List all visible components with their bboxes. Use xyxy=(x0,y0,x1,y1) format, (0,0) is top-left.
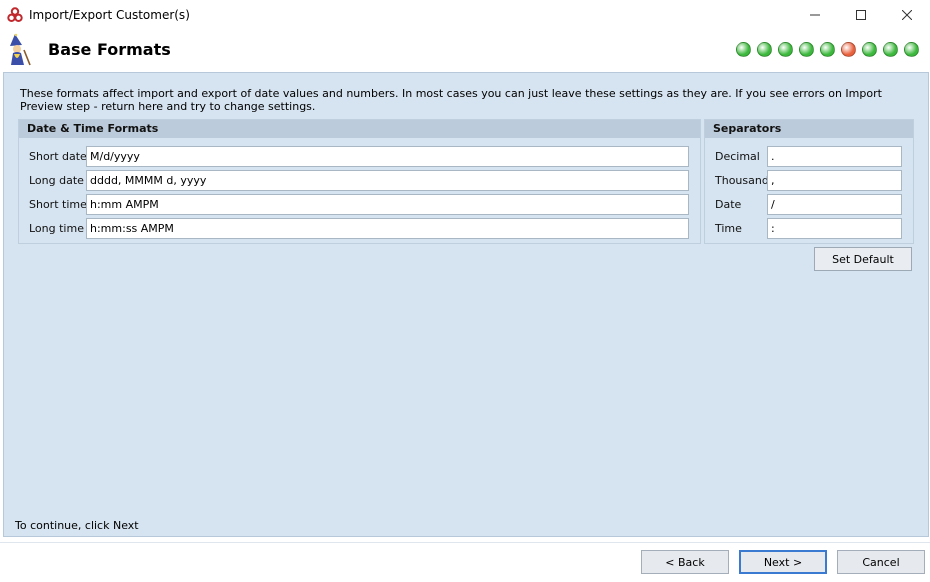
minimize-icon xyxy=(810,14,820,16)
maximize-button[interactable] xyxy=(838,0,884,30)
decimal-row: Decimal xyxy=(715,146,907,168)
step-dot-done xyxy=(757,42,772,57)
short-date-label: Short date xyxy=(29,150,87,163)
step-dot-done xyxy=(883,42,898,57)
maximize-icon xyxy=(856,10,866,20)
close-button[interactable] xyxy=(884,0,930,30)
main-panel: These formats affect import and export o… xyxy=(3,72,929,537)
date-sep-row: Date xyxy=(715,194,907,216)
time-separator-label: Time xyxy=(715,222,742,235)
window-title: Import/Export Customer(s) xyxy=(29,8,190,22)
cancel-button[interactable]: Cancel xyxy=(837,550,925,574)
minimize-button[interactable] xyxy=(792,0,838,30)
date-separator-label: Date xyxy=(715,198,742,211)
step-dot-done xyxy=(736,42,751,57)
date-time-formats-group: Date & Time Formats Short date Long date… xyxy=(18,119,701,244)
step-dot-done xyxy=(904,42,919,57)
back-button[interactable]: < Back xyxy=(641,550,729,574)
step-dot-done xyxy=(862,42,877,57)
wizard-icon xyxy=(10,33,31,66)
thousand-separator-input[interactable] xyxy=(767,170,902,191)
date-separator-input[interactable] xyxy=(767,194,902,215)
thousand-label: Thousand xyxy=(715,174,769,187)
page-title: Base Formats xyxy=(48,40,171,59)
short-time-input[interactable] xyxy=(86,194,689,215)
step-dot-done xyxy=(778,42,793,57)
long-date-row: Long date xyxy=(29,170,689,192)
decimal-label: Decimal xyxy=(715,150,760,163)
continue-hint: To continue, click Next xyxy=(15,519,139,532)
long-time-row: Long time xyxy=(29,218,689,240)
step-dot-done xyxy=(799,42,814,57)
date-time-formats-header: Date & Time Formats xyxy=(19,120,700,138)
long-time-input[interactable] xyxy=(86,218,689,239)
separators-group: Separators Decimal Thousand Date Time xyxy=(704,119,914,244)
thousand-row: Thousand xyxy=(715,170,907,192)
wizard-footer: < Back Next > Cancel xyxy=(0,537,930,582)
step-indicator xyxy=(736,42,925,58)
next-button[interactable]: Next > xyxy=(739,550,827,574)
set-default-button[interactable]: Set Default xyxy=(814,247,912,271)
short-date-input[interactable] xyxy=(86,146,689,167)
long-date-input[interactable] xyxy=(86,170,689,191)
long-date-label: Long date xyxy=(29,174,84,187)
time-separator-input[interactable] xyxy=(767,218,902,239)
short-date-row: Short date xyxy=(29,146,689,168)
separators-header: Separators xyxy=(705,120,913,138)
long-time-label: Long time xyxy=(29,222,84,235)
step-dot-current xyxy=(841,42,856,57)
footer-divider xyxy=(0,542,930,543)
app-logo-icon xyxy=(7,7,23,23)
time-sep-row: Time xyxy=(715,218,907,240)
title-bar: Import/Export Customer(s) xyxy=(0,0,930,30)
short-time-label: Short time xyxy=(29,198,87,211)
close-icon xyxy=(902,10,912,20)
step-dot-done xyxy=(820,42,835,57)
description-text: These formats affect import and export o… xyxy=(20,87,882,113)
short-time-row: Short time xyxy=(29,194,689,216)
wizard-header: Base Formats xyxy=(0,30,930,72)
decimal-separator-input[interactable] xyxy=(767,146,902,167)
